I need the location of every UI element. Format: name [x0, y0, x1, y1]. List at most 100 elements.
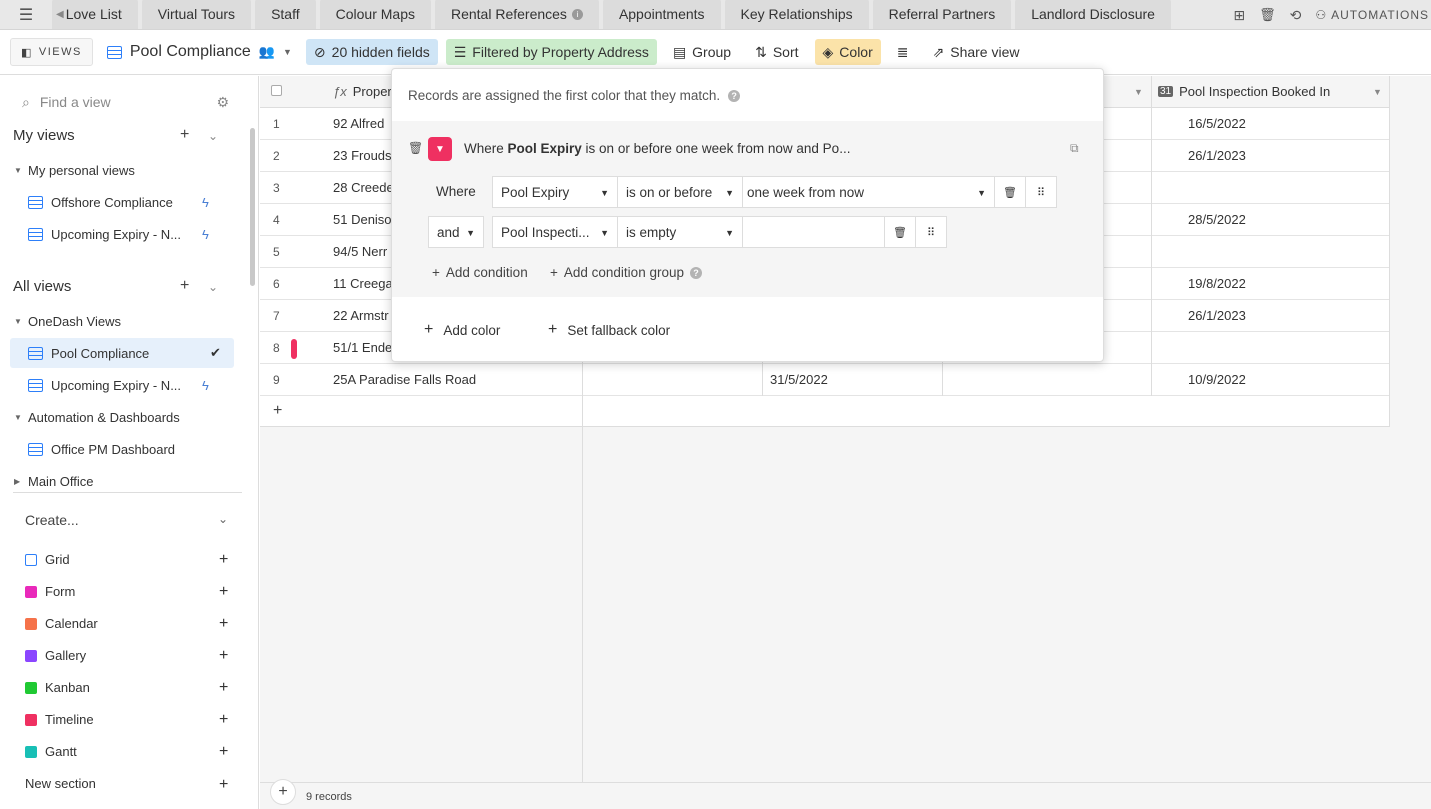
add-condition-button[interactable]: + Add condition [432, 265, 528, 280]
condition-field-select[interactable]: Pool Inspecti... ▼ [492, 216, 618, 248]
create-timeline[interactable]: Timeline + [25, 711, 235, 728]
sidebar-item-upcoming-expiry-2[interactable]: Upcoming Expiry - N... ϟ [10, 370, 234, 400]
cell-inspection[interactable]: 19/8/2022 [1188, 276, 1246, 291]
color-button[interactable]: ◈ Color [814, 39, 881, 65]
add-color-button[interactable]: + Add color [424, 321, 500, 339]
duplicate-icon[interactable]: ⧉ [1070, 141, 1079, 156]
view-name-menu[interactable]: Pool Compliance 👥 ▼ [106, 43, 292, 61]
drag-handle-icon[interactable]: ⠿ [1025, 176, 1057, 208]
condition-value-select[interactable]: one week from now ▼ [742, 176, 995, 208]
tab-label: Virtual Tours [157, 6, 236, 22]
drag-handle-icon[interactable]: ⠿ [915, 216, 947, 248]
rule-color-swatch[interactable]: ▼ [428, 137, 452, 161]
automations-button[interactable]: ⚇ AUTOMATIONS [1315, 8, 1429, 22]
add-table-icon[interactable]: ⊞ [1233, 7, 1245, 24]
menu-icon[interactable]: ☰ [0, 0, 52, 29]
cell-property[interactable]: 11 Creega [333, 276, 393, 291]
table-row[interactable]: 9 25A Paradise Falls Road 31/5/2022 10/9/20… [260, 364, 1390, 396]
column-header-pool-inspection[interactable]: 31 Pool Inspection Booked In [1158, 84, 1330, 99]
delete-condition-icon[interactable]: 🗑 [884, 216, 916, 248]
gear-icon[interactable]: ⚙ [216, 94, 229, 111]
create-kanban[interactable]: Kanban + [25, 679, 235, 696]
cell-inspection[interactable]: 26/1/2023 [1188, 148, 1246, 163]
hide-fields-button[interactable]: ⊘ 20 hidden fields [305, 39, 438, 65]
chevron-down-icon[interactable]: ⌄ [208, 280, 218, 294]
row-height-icon: ≣ [896, 43, 909, 60]
cell-property[interactable]: 28 Creede [333, 180, 394, 195]
tab-appointments[interactable]: Appointments [602, 0, 721, 29]
add-view-icon[interactable]: + [180, 277, 189, 295]
set-fallback-color-button[interactable]: + Set fallback color [548, 321, 670, 339]
cell-inspection[interactable]: 26/1/2023 [1188, 308, 1246, 323]
cell-date[interactable]: 31/5/2022 [770, 372, 828, 387]
column-header-property[interactable]: ƒx Proper [333, 84, 392, 99]
history-icon[interactable]: ⟲ [1290, 7, 1302, 24]
add-record-button[interactable]: + [270, 779, 296, 805]
help-icon[interactable]: ? [728, 89, 741, 102]
my-personal-views-group[interactable]: ▼ My personal views [14, 163, 135, 178]
new-section-button[interactable]: New section + [25, 776, 235, 793]
chevron-down-icon[interactable]: ⌄ [218, 512, 228, 526]
create-gantt[interactable]: Gantt + [25, 743, 235, 760]
condition-conjunction-select[interactable]: and ▼ [428, 216, 484, 248]
cell-property[interactable]: 25A Paradise Falls Road [333, 372, 476, 387]
delete-condition-icon[interactable]: 🗑 [994, 176, 1026, 208]
select-value: Pool Expiry [501, 184, 570, 200]
cell-property[interactable]: 51/1 Ende [333, 340, 392, 355]
sidebar-item-upcoming-expiry[interactable]: Upcoming Expiry - N... ϟ [10, 219, 234, 249]
help-icon[interactable]: ? [689, 266, 702, 279]
sidebar-item-pool-compliance[interactable]: Pool Compliance ✔ [10, 338, 234, 368]
cell-inspection[interactable]: 16/5/2022 [1188, 116, 1246, 131]
chevron-down-icon[interactable]: ▼ [1373, 87, 1382, 97]
cell-property[interactable]: 92 Alfred [333, 116, 384, 131]
cell-inspection[interactable]: 28/5/2022 [1188, 212, 1246, 227]
delete-rule-icon[interactable]: 🗑 [408, 141, 423, 155]
tab-staff[interactable]: Staff [255, 0, 316, 29]
trash-icon[interactable]: 🗑 [1259, 7, 1276, 23]
tab-landlord-disclosure[interactable]: Landlord Disclosure [1015, 0, 1171, 29]
group-button[interactable]: ▤ Group [665, 39, 739, 65]
chevron-down-icon[interactable]: ⌄ [208, 129, 218, 143]
cell-inspection[interactable]: 10/9/2022 [1188, 372, 1246, 387]
condition-field-select[interactable]: Pool Expiry ▼ [492, 176, 618, 208]
chevron-down-icon[interactable]: ▼ [1134, 87, 1143, 97]
cell-property[interactable]: 94/5 Nerr [333, 244, 387, 259]
tab-virtual-tours[interactable]: Virtual Tours [141, 0, 252, 29]
row-height-button[interactable]: ≣ [889, 39, 917, 65]
cell-property[interactable]: 22 Armstr [333, 308, 389, 323]
sidebar-item-offshore-compliance[interactable]: Offshore Compliance ϟ [10, 187, 234, 217]
tab-rental-references[interactable]: Rental References i [434, 0, 599, 29]
automation-dashboards-group[interactable]: ▼ Automation & Dashboards [14, 410, 180, 425]
tab-love-list[interactable]: ◀ Love List [52, 0, 138, 29]
create-grid[interactable]: Grid + [25, 551, 235, 568]
tab-colour-maps[interactable]: Colour Maps [319, 0, 431, 29]
scroll-left-icon[interactable]: ◀ [56, 9, 64, 20]
cell-property[interactable]: 23 Frouds [333, 148, 392, 163]
add-my-view-icon[interactable]: + [180, 126, 189, 144]
tab-referral-partners[interactable]: Referral Partners [872, 0, 1012, 29]
sidebar-scrollbar[interactable] [250, 128, 255, 286]
sort-button[interactable]: ⇅ Sort [747, 39, 806, 65]
dropdown-arrow-icon: ▼ [977, 188, 986, 198]
condition-value-input[interactable] [742, 216, 885, 248]
cell-property[interactable]: 51 Deniso [333, 212, 392, 227]
create-gallery[interactable]: Gallery + [25, 647, 235, 664]
views-toggle-button[interactable]: ◧ VIEWS [10, 38, 93, 66]
main-office-group[interactable]: ▶ Main Office [14, 474, 94, 489]
share-view-button[interactable]: ⇗ Share view [925, 39, 1028, 65]
sidebar-item-office-pm-dashboard[interactable]: Office PM Dashboard [10, 434, 234, 464]
filter-button[interactable]: ☰ Filtered by Property Address [445, 39, 657, 65]
rule-summary[interactable]: Where Pool Expiry is on or before one we… [464, 141, 850, 156]
onedash-views-group[interactable]: ▼ OneDash Views [14, 314, 121, 329]
sidebar-item-label: Offshore Compliance [51, 194, 173, 210]
select-all-checkbox[interactable] [271, 85, 282, 96]
share-label: Share view [950, 44, 1020, 60]
add-record-row[interactable]: + [260, 396, 1390, 427]
create-calendar[interactable]: Calendar + [25, 615, 235, 632]
tab-key-relationships[interactable]: Key Relationships [724, 0, 869, 29]
condition-operator-select[interactable]: is empty ▼ [617, 216, 743, 248]
find-view-search[interactable]: ⌕ Find a view ⚙ [22, 92, 237, 112]
add-condition-group-button[interactable]: + Add condition group? [550, 265, 702, 280]
condition-operator-select[interactable]: is on or before ▼ [617, 176, 743, 208]
create-form[interactable]: Form + [25, 583, 235, 600]
